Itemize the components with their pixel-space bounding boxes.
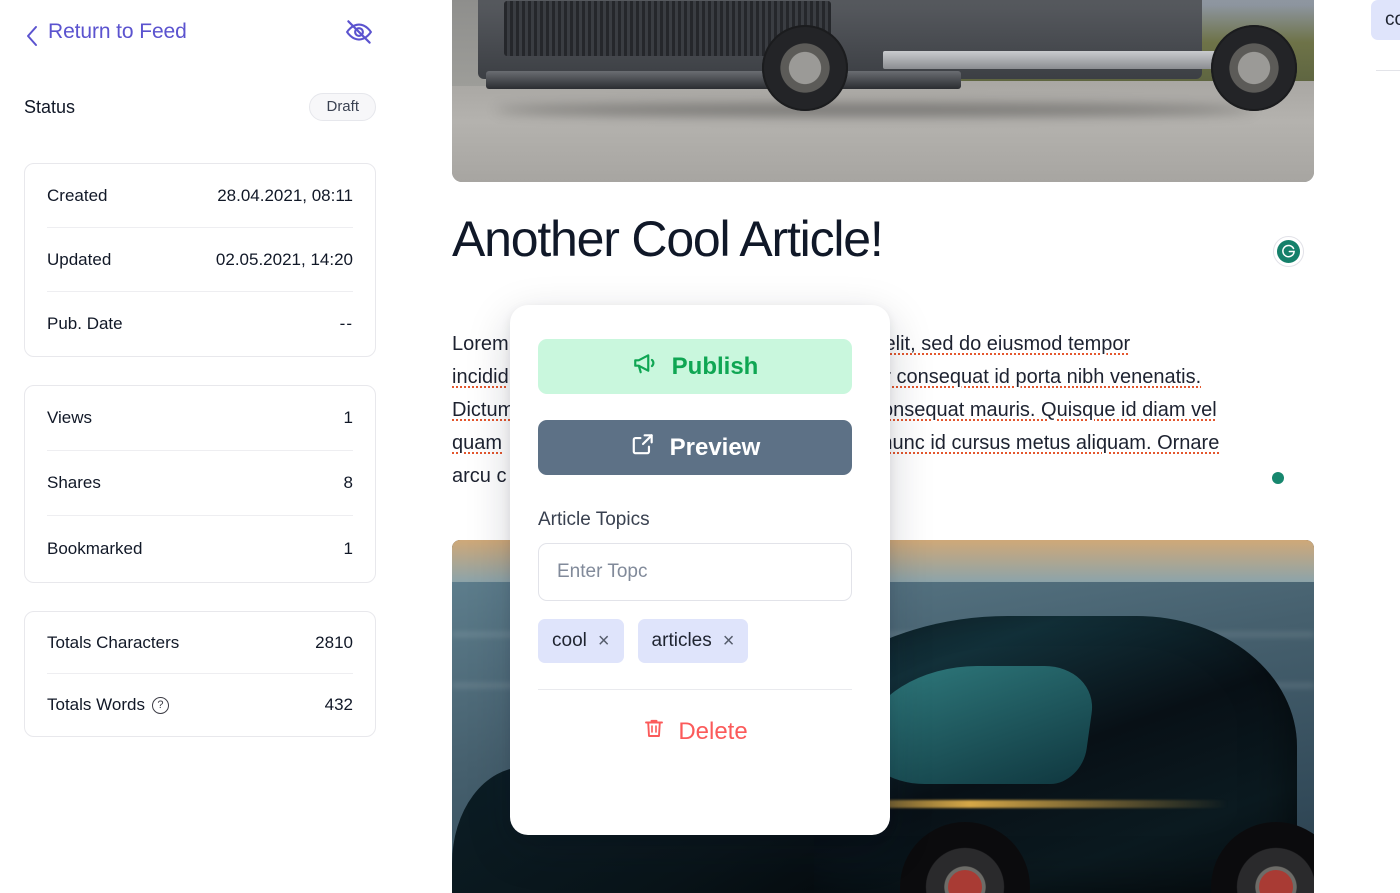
meta-value-pub-date: -- <box>339 314 353 333</box>
return-to-feed-link[interactable]: Return to Feed <box>24 20 187 46</box>
article-meta-card: Created 28.04.2021, 08:11 Updated 02.05.… <box>24 163 376 357</box>
topic-tag-label: cool <box>552 630 587 651</box>
body-line-2-start: incidid <box>452 366 509 388</box>
remove-tag-icon[interactable]: × <box>723 631 735 651</box>
meta-label-pub-date: Pub. Date <box>47 314 123 333</box>
chevron-left-icon <box>24 24 40 46</box>
stats-row-shares: Shares 8 <box>47 451 353 516</box>
popover-divider <box>538 689 852 690</box>
topic-tag[interactable]: articles × <box>637 619 749 663</box>
article-totals-card: Totals Characters 2810 Totals Words ? 43… <box>24 611 376 737</box>
eye-off-icon[interactable] <box>342 15 376 49</box>
preview-button[interactable]: Preview <box>538 420 852 475</box>
remove-tag-icon[interactable]: × <box>598 631 610 651</box>
totals-label-words: Totals Words ? <box>47 695 169 715</box>
stats-row-views: Views 1 <box>47 386 353 451</box>
meta-row-updated: Updated 02.05.2021, 14:20 <box>47 228 353 292</box>
body-line-4-start: quam <box>452 432 503 454</box>
meta-row-created: Created 28.04.2021, 08:11 <box>47 164 353 228</box>
stats-row-bookmarked: Bookmarked 1 <box>47 516 353 581</box>
article-sidebar: Return to Feed Status Draft Created 28.0… <box>0 0 424 893</box>
meta-label-created: Created <box>47 185 108 205</box>
status-badge[interactable]: Draft <box>309 93 376 121</box>
topic-tag[interactable]: cool × <box>538 619 624 663</box>
article-stats-card: Views 1 Shares 8 Bookmarked 1 <box>24 385 376 583</box>
totals-row-characters: Totals Characters 2810 <box>47 612 353 674</box>
floating-divider <box>1376 70 1400 71</box>
meta-value-created: 28.04.2021, 08:11 <box>217 185 353 205</box>
status-row: Status Draft <box>24 90 376 124</box>
totals-label-characters: Totals Characters <box>47 632 180 652</box>
article-editor-screen: Return to Feed Status Draft Created 28.0… <box>0 0 1400 893</box>
delete-button[interactable]: Delete <box>538 716 852 747</box>
help-circle-icon[interactable]: ? <box>151 696 169 714</box>
topic-tag-list: cool × articles × <box>538 619 862 663</box>
stats-label-views: Views <box>47 408 93 427</box>
publish-button-label: Publish <box>671 352 759 380</box>
publish-button[interactable]: Publish <box>538 339 852 394</box>
article-topics-label: Article Topics <box>538 509 650 530</box>
grammar-status-dot <box>1272 472 1284 484</box>
preview-button-label: Preview <box>669 433 761 461</box>
article-title[interactable]: Another Cool Article! <box>452 212 1252 267</box>
topic-tag-label: articles <box>651 630 712 651</box>
meta-value-updated: 02.05.2021, 14:20 <box>215 249 353 269</box>
article-actions-popover: Publish Preview Article Topics cool × ar… <box>510 305 890 835</box>
meta-label-updated: Updated <box>47 249 112 269</box>
megaphone-icon <box>632 350 658 383</box>
sidebar-header: Return to Feed <box>24 12 376 52</box>
totals-words-text: Totals Words <box>47 695 145 714</box>
totals-row-words: Totals Words ? 432 <box>47 674 353 736</box>
body-line-3-end: at consequat mauris. Quisque id diam vel <box>849 399 1217 421</box>
totals-value-characters: 2810 <box>315 632 353 652</box>
return-to-feed-label: Return to Feed <box>48 20 187 43</box>
trash-icon <box>642 716 666 747</box>
stats-label-bookmarked: Bookmarked <box>47 538 143 558</box>
totals-value-words: 432 <box>324 695 353 714</box>
external-link-icon <box>630 431 656 464</box>
article-hero-image <box>452 0 1314 182</box>
body-line-4-end: na nunc id cursus metus aliquam. Ornare <box>853 432 1220 454</box>
delete-button-label: Delete <box>678 717 748 745</box>
topics-input[interactable] <box>538 543 852 601</box>
stats-value-views: 1 <box>343 408 353 427</box>
stats-value-shares: 8 <box>343 473 353 492</box>
status-label: Status <box>24 96 76 117</box>
meta-row-pub-date: Pub. Date -- <box>47 292 353 356</box>
floating-topic-tag[interactable]: cool <box>1371 0 1400 40</box>
body-line-5-start: arcu c <box>452 465 507 487</box>
writing-assistant-icon[interactable] <box>1273 236 1304 267</box>
body-line-1-start: Lorem <box>452 333 509 355</box>
body-line-2-end: tortor consequat id porta nibh venenatis… <box>844 366 1202 388</box>
stats-value-bookmarked: 1 <box>343 538 353 558</box>
stats-label-shares: Shares <box>47 473 101 492</box>
body-line-3-start: Dictum <box>452 399 515 421</box>
